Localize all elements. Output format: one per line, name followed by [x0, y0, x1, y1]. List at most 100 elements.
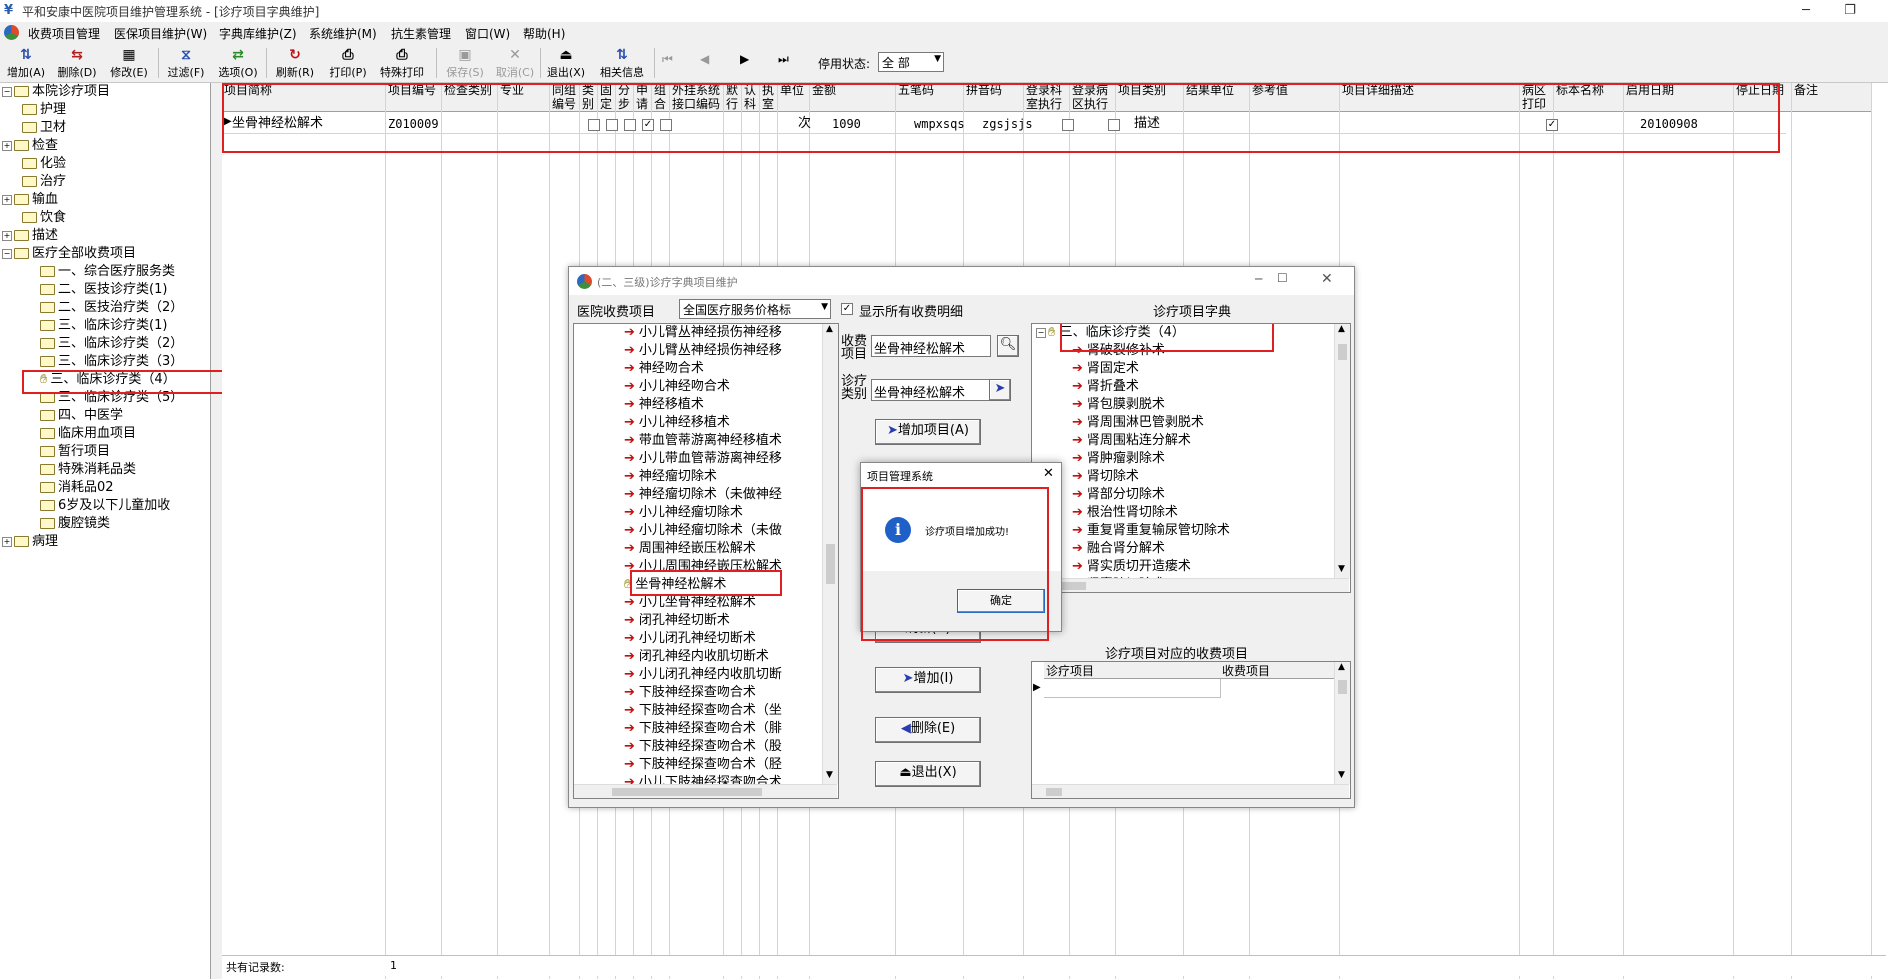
vertical-scrollbar[interactable]: ▲ ▼ — [1334, 662, 1350, 784]
map-row[interactable] — [1044, 679, 1221, 698]
dict-list-item[interactable]: ➔ 融合肾分解术 — [1072, 540, 1165, 558]
prev-record-icon[interactable]: ◀ — [700, 52, 709, 66]
mapping-grid[interactable]: 诊疗项目 收费项目 ▶ ▲ ▼ — [1031, 661, 1351, 799]
add-button[interactable]: ⇅ 增加(A) — [4, 46, 48, 80]
menu-antibiotics[interactable]: 抗生素管理 — [391, 25, 451, 42]
diag-category-input[interactable]: 坐骨神经松解术 — [871, 379, 991, 401]
dict-list-item[interactable]: ➔ 肾切除术 — [1072, 468, 1139, 486]
print-button[interactable]: ⎙ 打印(P) — [326, 46, 370, 80]
minimize-icon[interactable]: ─ — [1786, 0, 1826, 22]
fee-list-item[interactable]: ➔ 神经瘤切除术（未做神经 — [624, 486, 782, 504]
tree-child-item[interactable]: 二、医技治疗类（2） — [40, 299, 183, 317]
fee-list-item[interactable]: ➔ 小儿神经瘤切除术 — [624, 504, 743, 522]
dict-list-item[interactable]: ➔ 重复肾重复输尿管切除术 — [1072, 522, 1230, 540]
expand-icon[interactable]: + — [2, 536, 12, 547]
dict-list-item[interactable]: ➔ 肾折叠术 — [1072, 378, 1139, 396]
select-category-button[interactable]: ➤ — [989, 379, 1011, 401]
options-button[interactable]: ⇄ 选项(O) — [216, 46, 260, 80]
add-item-button[interactable]: ➤增加项目(A) — [875, 419, 981, 445]
tree-item-pathology[interactable]: + 病理 — [2, 533, 58, 551]
dialog-add-button[interactable]: ➤增加(I) — [875, 667, 981, 693]
fee-list-item[interactable]: ➔ 小儿闭孔神经内收肌切断 — [624, 666, 782, 684]
collapse-icon[interactable]: − — [2, 86, 12, 97]
tree-child-item[interactable]: 临床用血项目 — [40, 425, 136, 443]
menu-insurance[interactable]: 医保项目维护(W) — [114, 25, 207, 42]
close-icon[interactable]: ✕ — [1321, 271, 1333, 287]
edit-button[interactable]: ▦ 修改(E) — [106, 46, 152, 80]
dict-list-item[interactable]: ➔ 肾部分切除术 — [1072, 486, 1165, 504]
status-select[interactable]: 全 部 ▼ — [878, 52, 944, 72]
tree-child-item[interactable]: 暂行项目 — [40, 443, 110, 461]
tree-child-item[interactable]: 三、临床诊疗类（3） — [40, 353, 183, 371]
refresh-button[interactable]: ↻ 刷新(R) — [272, 46, 318, 80]
tree-item-nursing[interactable]: 护理 — [22, 101, 66, 119]
tree-item-exam[interactable]: + 检查 — [2, 137, 58, 155]
tree-item-lab[interactable]: 化验 — [22, 155, 66, 173]
dict-list-item[interactable]: ➔ 肾周围淋巴管剥脱术 — [1072, 414, 1204, 432]
fee-list-item[interactable]: ➔ 小儿带血管蒂游离神经移 — [624, 450, 782, 468]
fee-list-item[interactable]: ➔ 带血管蒂游离神经移植术 — [624, 432, 782, 450]
fee-list-item[interactable]: ➔ 小儿臂丛神经损伤神经移 — [624, 324, 782, 342]
fee-list-item[interactable]: ➔ 下肢神经探查吻合术（胫 — [624, 756, 782, 774]
dialog-exit-button[interactable]: ⏏退出(X) — [875, 761, 981, 787]
collapse-icon[interactable]: − — [2, 248, 12, 259]
expand-icon[interactable]: + — [2, 140, 12, 151]
search-button[interactable]: 🔍︎ — [997, 335, 1019, 357]
tree-root[interactable]: − 本院诊疗项目 — [2, 83, 110, 101]
expand-icon[interactable]: + — [2, 194, 12, 205]
dialog-delete-button[interactable]: ◀删除(E) — [875, 717, 981, 743]
dict-list-item[interactable]: ➔ 根治性肾切除术 — [1072, 504, 1178, 522]
next-record-icon[interactable]: ▶ — [740, 52, 749, 66]
tree-child-item[interactable]: 消耗品02 — [40, 479, 114, 497]
tree-child-item[interactable]: 腹腔镜类 — [40, 515, 110, 533]
close-icon[interactable]: ✕ — [1043, 466, 1054, 481]
tree-item-diet[interactable]: 饮食 — [22, 209, 66, 227]
horizontal-scrollbar[interactable] — [1032, 578, 1349, 592]
tree-item-treatment[interactable]: 治疗 — [22, 173, 66, 191]
vertical-scrollbar[interactable]: ▲ ▼ — [822, 324, 838, 784]
fee-list-item[interactable]: ➔ 神经吻合术 — [624, 360, 704, 378]
filter-button[interactable]: ⧖ 过滤(F) — [164, 46, 208, 80]
tree-child-item[interactable]: 一、综合医疗服务类 — [40, 263, 175, 281]
special-print-button[interactable]: ⎙ 特殊打印 — [376, 46, 428, 80]
scroll-thumb[interactable] — [612, 788, 762, 796]
expand-icon[interactable]: + — [2, 230, 12, 241]
menu-dictionary[interactable]: 字典库维护(Z) — [219, 25, 297, 42]
dict-tree[interactable]: − ✋︎ 三、临床诊疗类（4） ➔ 肾破裂修补术 ➔ 肾固定术 ➔ 肾折叠术 ➔ 肾包膜剥脱术 ➔… — [1031, 323, 1351, 593]
maximize-icon[interactable]: ☐ — [1277, 271, 1288, 285]
fee-list-item[interactable]: ➔ 闭孔神经内收肌切断术 — [624, 648, 769, 666]
tree-child-item[interactable]: 特殊消耗品类 — [40, 461, 136, 479]
tree-child-item[interactable]: 四、中医学 — [40, 407, 123, 425]
fee-list-item[interactable]: ➔ 小儿坐骨神经松解术 — [624, 594, 756, 612]
fee-list-item[interactable]: ➔ 下肢神经探查吻合术 — [624, 684, 756, 702]
scroll-thumb[interactable] — [1338, 344, 1347, 360]
dict-list-item[interactable]: ➔ 肾固定术 — [1072, 360, 1139, 378]
fee-list-item[interactable]: ➔ 下肢神经探查吻合术（坐 — [624, 702, 782, 720]
fee-list-item[interactable]: ➔ 神经瘤切除术 — [624, 468, 717, 486]
fee-items-list[interactable]: ➔ 小儿臂丛神经损伤神经移 ➔ 小儿臂丛神经损伤神经移 ➔ 神经吻合术 ➔ 小儿神经吻合术 ➔ 神… — [573, 323, 839, 799]
last-record-icon[interactable]: ⏭ — [778, 52, 789, 67]
fee-list-item[interactable]: ➔ 神经移植术 — [624, 396, 704, 414]
fee-list-item[interactable]: ➔ 小儿神经吻合术 — [624, 378, 730, 396]
dict-list-item[interactable]: ➔ 肾肿瘤剥除术 — [1072, 450, 1165, 468]
fee-list-item[interactable]: ➔ 小儿臂丛神经损伤神经移 — [624, 342, 782, 360]
fee-list-item[interactable]: ➔ 闭孔神经切断术 — [624, 612, 730, 630]
fee-list-item[interactable]: ➔ 小儿神经移植术 — [624, 414, 730, 432]
vertical-scrollbar[interactable]: ▲ ▼ — [1334, 324, 1350, 578]
tree-child-item[interactable]: 二、医技诊疗类(1) — [40, 281, 167, 299]
exit-button[interactable]: ⏏ 退出(X) — [544, 46, 588, 80]
scroll-thumb[interactable] — [1046, 788, 1062, 796]
menu-window[interactable]: 窗口(W) — [465, 25, 510, 42]
price-standard-select[interactable]: 全国医疗服务价格标 ▼ — [679, 299, 831, 319]
horizontal-scrollbar[interactable] — [574, 784, 837, 798]
fee-list-item[interactable]: ➔ 周围神经嵌压松解术 — [624, 540, 756, 558]
first-record-icon[interactable]: ⏮ — [662, 52, 673, 67]
menu-system[interactable]: 系统维护(M) — [309, 25, 377, 42]
fee-list-item[interactable]: ➔ 小儿神经瘤切除术（未做 — [624, 522, 782, 540]
tree-item-transfusion[interactable]: + 输血 — [2, 191, 58, 209]
scroll-thumb[interactable] — [826, 544, 835, 584]
minimize-icon[interactable]: ─ — [1255, 272, 1262, 286]
dict-list-item[interactable]: ➔ 肾包膜剥脱术 — [1072, 396, 1165, 414]
tree-child-item[interactable]: 三、临床诊疗类（2） — [40, 335, 183, 353]
app-menu-icon[interactable] — [4, 25, 19, 40]
